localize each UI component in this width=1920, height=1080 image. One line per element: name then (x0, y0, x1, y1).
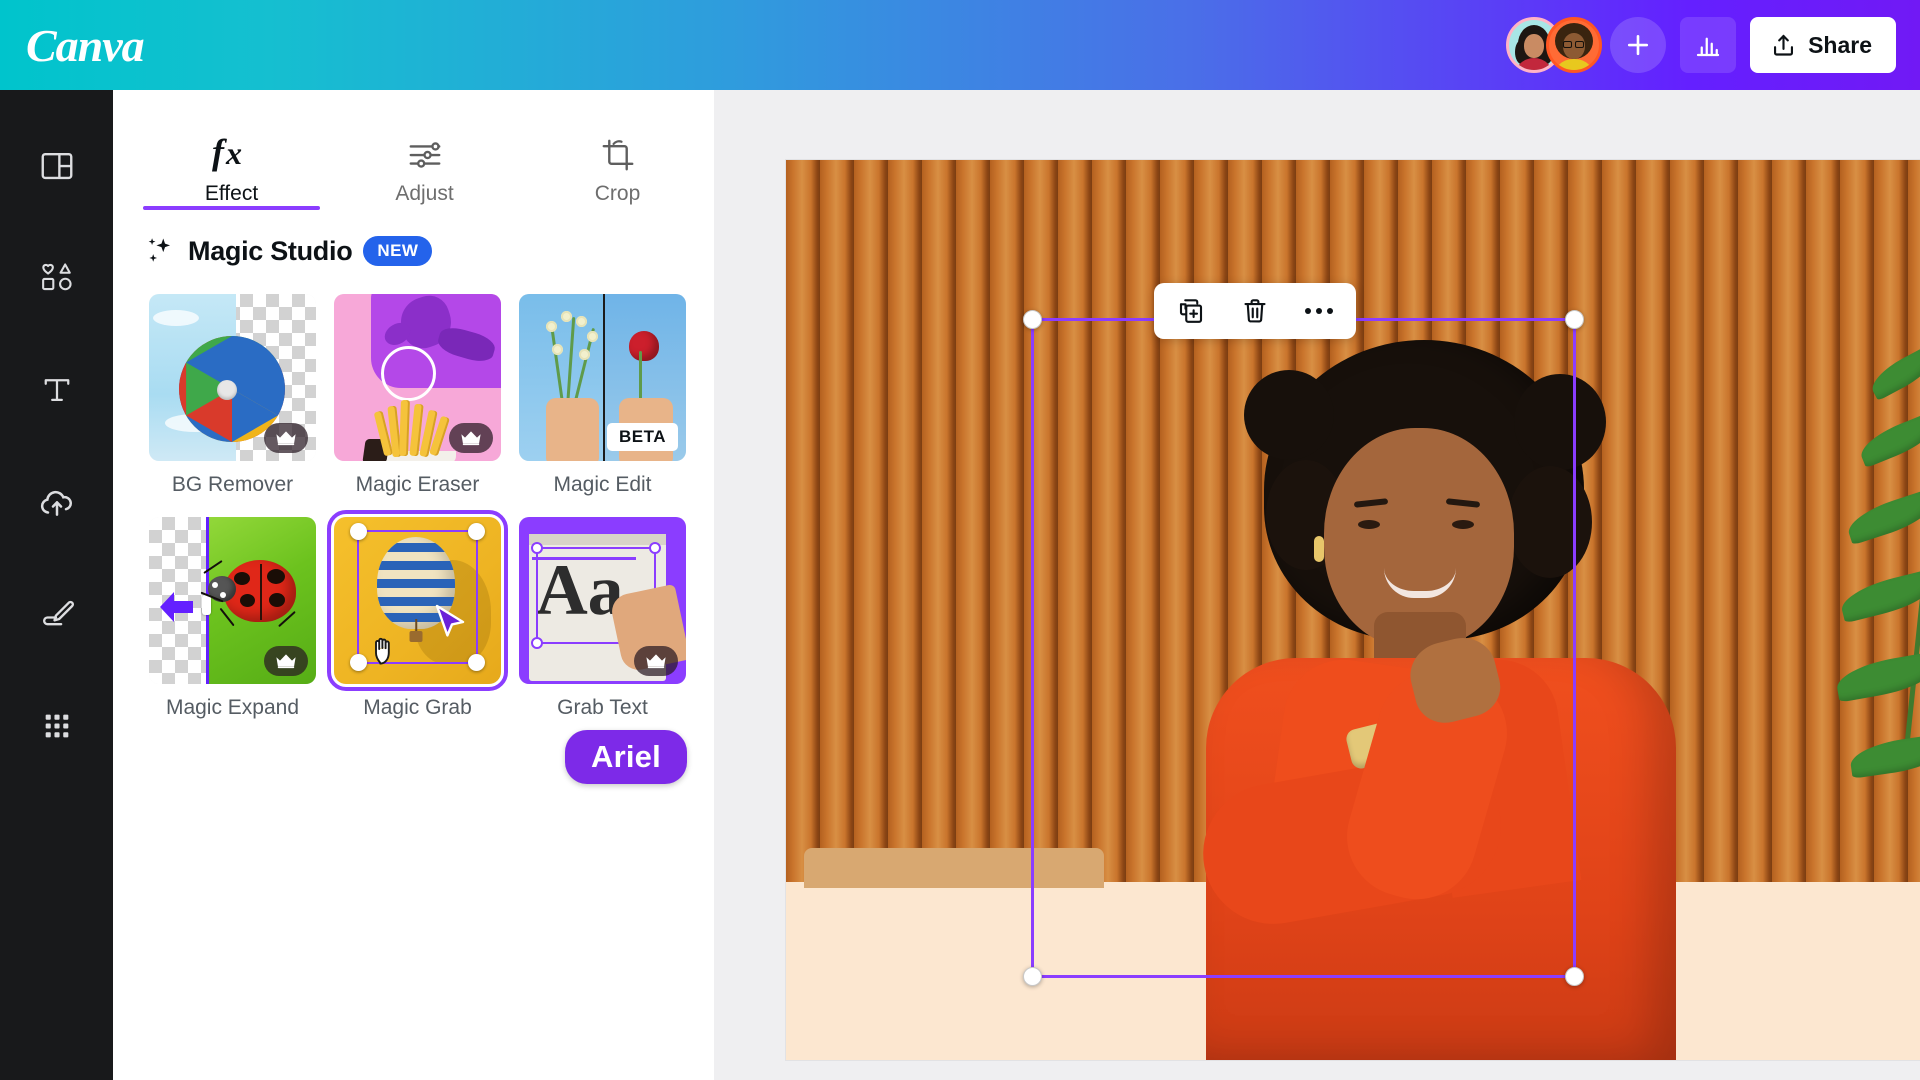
magic-studio-header: Magic Studio NEW (113, 208, 714, 268)
upload-icon (1774, 34, 1794, 56)
canvas-stage[interactable] (714, 90, 1920, 1080)
more-options-button[interactable] (1296, 288, 1342, 334)
duplicate-button[interactable] (1168, 288, 1214, 334)
grab-hand-icon (371, 636, 399, 671)
top-bar: Canva Share (0, 0, 1920, 90)
tool-card-magic-expand[interactable]: Magic Expand (149, 517, 316, 720)
avatar[interactable] (1546, 17, 1603, 73)
canva-logo[interactable]: Canva (26, 19, 145, 72)
analytics-button[interactable] (1680, 17, 1737, 73)
tab-adjust[interactable]: Adjust (328, 108, 521, 208)
svg-text:x: x (225, 135, 242, 171)
tool-thumbnail (149, 517, 316, 684)
duplicate-icon (1179, 299, 1203, 323)
crown-icon (461, 431, 481, 446)
delete-button[interactable] (1232, 288, 1278, 334)
shapes-icon (41, 263, 72, 291)
trash-icon (1244, 299, 1266, 323)
grid-apps-icon (45, 714, 68, 738)
cursor-arrow-icon (434, 604, 468, 647)
layout-panel-icon (41, 152, 72, 180)
tool-card-magic-grab[interactable]: Magic Grab (327, 510, 508, 720)
resize-handle-bottom-left[interactable] (1023, 967, 1042, 986)
tab-effect-label: Effect (204, 182, 259, 205)
topbar-actions: Share (1506, 17, 1896, 73)
pen-draw-icon (42, 600, 74, 626)
tool-label: BG Remover (171, 473, 294, 496)
collaborator-name-label: Ariel (565, 730, 687, 784)
sliders-icon (405, 130, 445, 174)
side-panel: f x Effect Adjust Crop Magic Studio NEW … (113, 90, 714, 1080)
ladybug-image (200, 560, 297, 628)
svg-text:f: f (212, 132, 227, 172)
tool-thumbnail (327, 510, 508, 691)
tool-thumbnail: BETA (519, 294, 686, 461)
tool-label: Magic Edit (553, 473, 652, 496)
pro-crown-badge (449, 423, 493, 453)
tab-crop-label: Crop (594, 182, 641, 205)
more-dots-icon (1305, 308, 1333, 314)
sparkle-icon (148, 238, 171, 262)
tool-label: Grab Text (557, 696, 648, 719)
panel-tabs: f x Effect Adjust Crop (113, 90, 714, 210)
plus-icon (1628, 34, 1649, 56)
tool-label: Magic Eraser (355, 473, 480, 496)
tab-effect[interactable]: f x Effect (135, 108, 328, 210)
tool-card-magic-edit[interactable]: BETA Magic Edit (519, 294, 686, 497)
tool-card-grab-text[interactable]: Aa Grab Text (519, 517, 686, 720)
share-button[interactable]: Share (1750, 17, 1896, 73)
expand-arrow-icon (159, 590, 195, 629)
crop-icon (598, 130, 638, 174)
left-rail (0, 90, 113, 1080)
fx-icon: f x (210, 130, 254, 174)
pro-crown-badge (264, 423, 308, 453)
tool-card-bg-remover[interactable]: BG Remover (149, 294, 316, 497)
sidebar-item-uploads[interactable] (0, 446, 113, 558)
pro-crown-badge (264, 646, 308, 676)
beta-badge: BETA (606, 423, 678, 451)
text-t-icon (44, 379, 69, 402)
design-artboard[interactable] (786, 160, 1920, 1060)
collaborator-avatars (1506, 17, 1603, 73)
tool-card-magic-eraser[interactable]: Magic Eraser (334, 294, 501, 497)
tool-thumbnail: Aa (519, 517, 686, 684)
resize-handle-bottom-right[interactable] (1565, 967, 1584, 986)
tool-label: Magic Grab (363, 696, 472, 719)
section-title: Magic Studio (188, 235, 353, 266)
bar-chart-icon (1696, 37, 1720, 57)
tool-thumbnail (149, 294, 316, 461)
pro-crown-badge (634, 646, 678, 676)
sidebar-item-elements[interactable] (0, 222, 113, 334)
tab-adjust-label: Adjust (395, 182, 454, 205)
sidebar-item-text[interactable] (0, 334, 113, 446)
share-label: Share (1808, 31, 1872, 58)
tab-crop[interactable]: Crop (521, 108, 714, 208)
new-badge: NEW (363, 236, 433, 266)
tool-thumbnail (334, 294, 501, 461)
sidebar-item-apps[interactable] (0, 670, 113, 782)
collaborator-cursor-ariel: Ariel (565, 730, 687, 784)
tool-label: Magic Expand (165, 696, 300, 719)
sidebar-item-design[interactable] (0, 110, 113, 222)
resize-handle-top-left[interactable] (1023, 310, 1042, 329)
crown-icon (276, 654, 296, 669)
crown-icon (646, 654, 666, 669)
floating-object-toolbar (1154, 283, 1356, 339)
magic-studio-grid: BG Remover Magic Eraser BETA Magic Edit … (113, 268, 714, 720)
resize-handle-top-right[interactable] (1565, 310, 1584, 329)
selection-bounding-box[interactable] (1023, 310, 1584, 986)
cloud-upload-icon (40, 490, 72, 516)
add-collaborator-button[interactable] (1610, 17, 1667, 73)
sidebar-item-draw[interactable] (0, 558, 113, 670)
crown-icon (276, 431, 296, 446)
plant-image (1806, 330, 1920, 890)
